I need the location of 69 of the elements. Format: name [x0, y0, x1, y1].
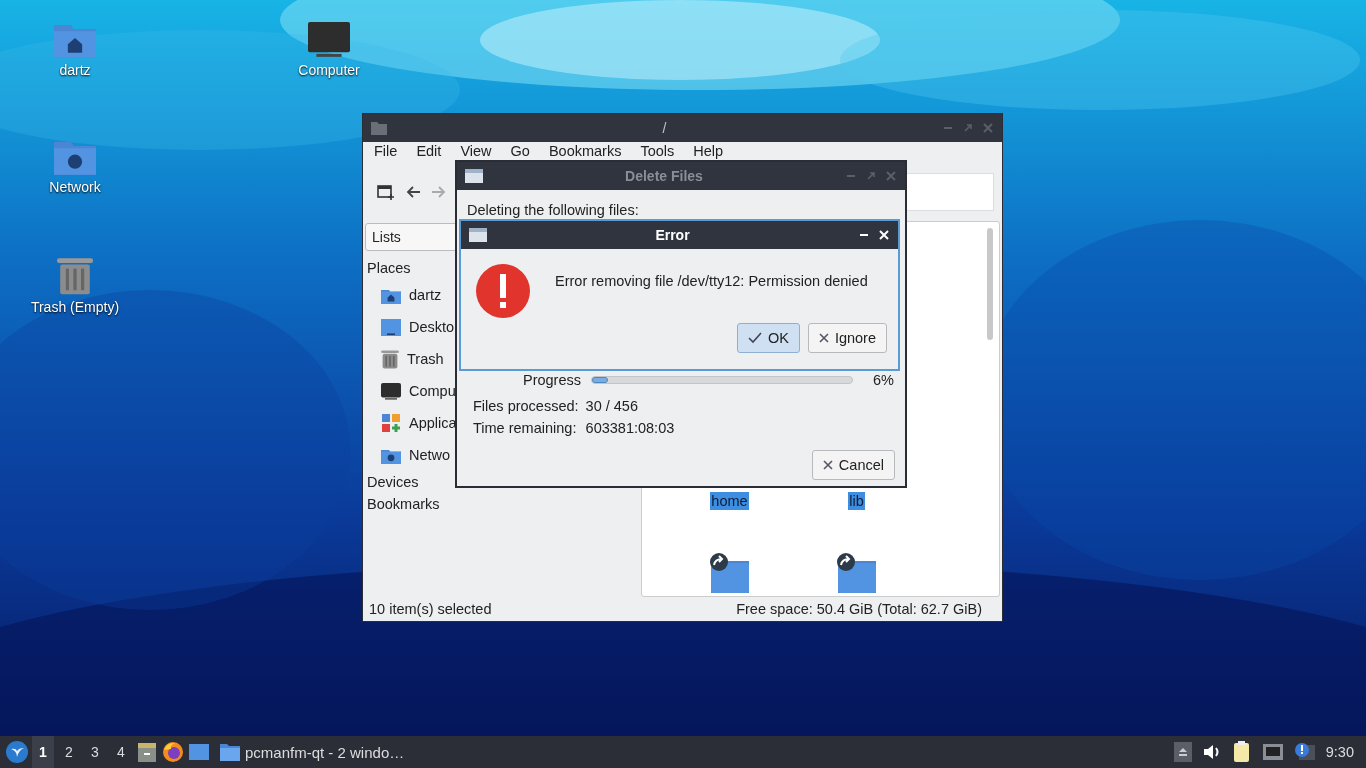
- workspace-button[interactable]: 1: [32, 736, 54, 768]
- progress-percent: 6%: [873, 372, 894, 388]
- place-item[interactable]: Netwo: [409, 447, 451, 463]
- detail-label: Files processed:: [473, 398, 579, 414]
- place-item[interactable]: Compu: [409, 383, 456, 399]
- notification-icon[interactable]: [1293, 742, 1316, 762]
- folder-icon: [371, 121, 387, 135]
- menu-item[interactable]: Help: [686, 143, 731, 159]
- check-icon: [747, 332, 762, 344]
- window-icon: [469, 228, 487, 242]
- menu-item[interactable]: Tools: [633, 143, 682, 159]
- linked-folder-icon[interactable]: [708, 552, 751, 594]
- home-folder-icon: [54, 22, 96, 58]
- place-item[interactable]: dartz: [409, 287, 442, 303]
- place-item[interactable]: Deskto: [409, 319, 455, 335]
- menu-item[interactable]: Go: [503, 143, 537, 159]
- applications-icon: [381, 413, 401, 433]
- desktop-icon: [381, 318, 401, 336]
- ok-button[interactable]: OK: [736, 323, 800, 353]
- window-icon: [465, 169, 483, 183]
- menu-item[interactable]: Bookmarks: [541, 143, 629, 159]
- trash-icon: [57, 255, 93, 295]
- cross-icon: [822, 460, 833, 470]
- detail-value: 30 / 456: [585, 398, 639, 414]
- clipboard-icon[interactable]: [1231, 741, 1252, 763]
- file-name[interactable]: home: [710, 492, 749, 510]
- network-folder-icon: [54, 139, 96, 175]
- dialog-title: Error: [654, 227, 691, 243]
- desktop-icon-label[interactable]: Trash (Empty): [30, 299, 120, 315]
- linked-folder-icon[interactable]: [835, 552, 878, 594]
- eject-icon[interactable]: [1173, 742, 1192, 762]
- error-message: Error removing file /dev/tty12: Permission denied: [555, 272, 868, 291]
- status-text: 10 item(s) selected: [369, 601, 492, 617]
- workspace-button[interactable]: 3: [84, 736, 106, 768]
- network-icon[interactable]: [1261, 743, 1284, 761]
- window-title: /: [661, 120, 668, 136]
- clock[interactable]: 9:30: [1319, 744, 1360, 760]
- browser-icon[interactable]: [162, 741, 184, 763]
- menu-item[interactable]: View: [453, 143, 499, 159]
- trash-icon: [381, 349, 399, 369]
- cross-icon: [818, 333, 829, 343]
- new-tab-icon[interactable]: [377, 184, 395, 200]
- show-desktop-icon[interactable]: [188, 742, 210, 762]
- detail-label: Time remaining:: [473, 420, 578, 436]
- section-heading[interactable]: Bookmarks: [365, 493, 641, 515]
- menu-item[interactable]: File: [367, 143, 405, 159]
- scrollbar-thumb[interactable]: [987, 228, 993, 340]
- task-button[interactable]: pcmanfm-qt - 2 windo…: [214, 736, 411, 768]
- cancel-button[interactable]: Cancel: [811, 450, 895, 480]
- ignore-button[interactable]: Ignore: [807, 323, 887, 353]
- progress-label: Progress: [521, 372, 581, 388]
- folder-icon: [220, 743, 240, 761]
- computer-icon: [308, 22, 350, 58]
- workspace-button[interactable]: 2: [58, 736, 80, 768]
- desktop-icon-label[interactable]: Network: [49, 178, 101, 195]
- detail-value: 603381:08:03: [585, 420, 675, 436]
- back-icon[interactable]: [405, 185, 421, 199]
- workspace-button[interactable]: 4: [110, 736, 132, 768]
- error-icon: [475, 263, 531, 319]
- start-menu-icon[interactable]: [6, 741, 28, 763]
- free-space-text: Free space: 50.4 GiB (Total: 62.7 GiB): [736, 601, 982, 617]
- menu-item[interactable]: Edit: [409, 143, 449, 159]
- place-item[interactable]: Trash: [407, 351, 444, 367]
- file-name[interactable]: lib: [848, 492, 865, 510]
- dialog-title: Delete Files: [624, 168, 704, 184]
- computer-icon: [381, 382, 401, 400]
- dialog-text: Deleting the following files:: [467, 202, 639, 218]
- place-item[interactable]: Applica: [409, 415, 457, 431]
- file-cabinet-icon[interactable]: [136, 741, 158, 763]
